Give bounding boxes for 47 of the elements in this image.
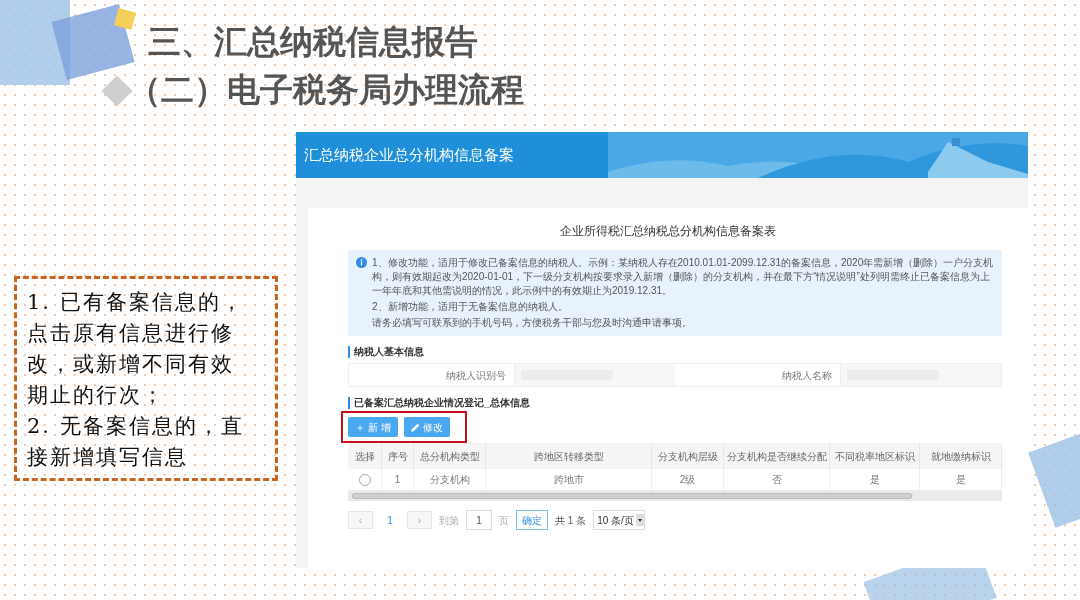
table-cell: 跨地市 [486,469,652,490]
column-header: 序号 [382,443,414,469]
page-input[interactable]: 1 [466,510,492,530]
note-text: 点击原有信息进行修 [27,320,235,347]
pager-text: 到第 [439,513,459,528]
pencil-icon [410,422,420,432]
field-label: 纳税人名称 [782,368,832,383]
confirm-button[interactable]: 确定 [516,510,548,530]
add-button[interactable]: ＋ 新 增 [348,417,398,437]
table-cell: 否 [724,469,830,490]
table-cell: 分支机构 [414,469,486,490]
prev-button[interactable]: ‹ [348,511,373,529]
next-button[interactable]: › [407,511,432,529]
note-text: 改，或新增不同有效 [27,351,235,378]
notice-text: 1、修改功能，适用于修改已备案信息的纳税人。示例：某纳税人存在2010.01.01-2099.12.31的备案信息，2020年需新增（删除）一户分支机构，则有效期起改为2020-01-01，下一级分支机构按要求录入新增（删除）的分支机构，并在最下方“情况说明”处列明需终止已备案信息为上一年年底和其他需说明的情况，此示例中的有效期止为2019.12.31。 [372,256,994,298]
notice-text: 2、新增功能，适用于无备案信息的纳税人。 [372,300,569,314]
note-text: 期止的行次； [27,382,166,409]
column-header: 不同税率地区标识 [830,443,920,469]
column-header: 选择 [348,443,382,469]
section-heading: 纳税人基本信息 [348,346,424,358]
column-header: 就地缴纳标识 [920,443,1002,469]
note-text: 2. 无备案信息的，直 [27,413,245,440]
slide-title: 三、汇总纳税信息报告 [148,22,479,62]
pager-text: 页 [499,513,509,528]
table-cell: 是 [920,469,1002,490]
pager-text: 共 1 条 [555,513,587,528]
column-header: 分支机构是否继续分配 [724,443,830,469]
section-heading: 已备案汇总纳税企业情况登记_总体信息 [348,397,530,409]
slide-subtitle: （二）电子税务局办理流程 [128,70,524,110]
column-header: 分支机构层级 [652,443,724,469]
scrollbar[interactable] [348,491,1002,501]
note-text: 1. 已有备案信息的， [27,289,245,316]
app-title: 汇总纳税企业总分机构信息备案 [304,144,514,165]
info-icon [356,257,367,268]
column-header: 总分机构类型 [414,443,486,469]
note-text: 接新增填写信息 [27,444,189,471]
table-cell: 1 [382,469,414,490]
page-link[interactable]: 1 [380,512,400,528]
field-label: 纳税人识别号 [446,368,506,383]
notice-text: 请务必填写可联系到的手机号码，方便税务干部与您及时沟通申请事项。 [372,316,693,330]
dropdown-icon [635,514,644,526]
edit-button[interactable]: 修改 [403,417,450,437]
form-title: 企业所得税汇总纳税总分机构信息备案表 [559,223,777,240]
column-header: 跨地区转移类型 [486,443,652,469]
table-cell: 2级 [652,469,724,490]
page-size-select[interactable]: 10 条/页 [593,510,645,530]
table-cell: 是 [830,469,920,490]
